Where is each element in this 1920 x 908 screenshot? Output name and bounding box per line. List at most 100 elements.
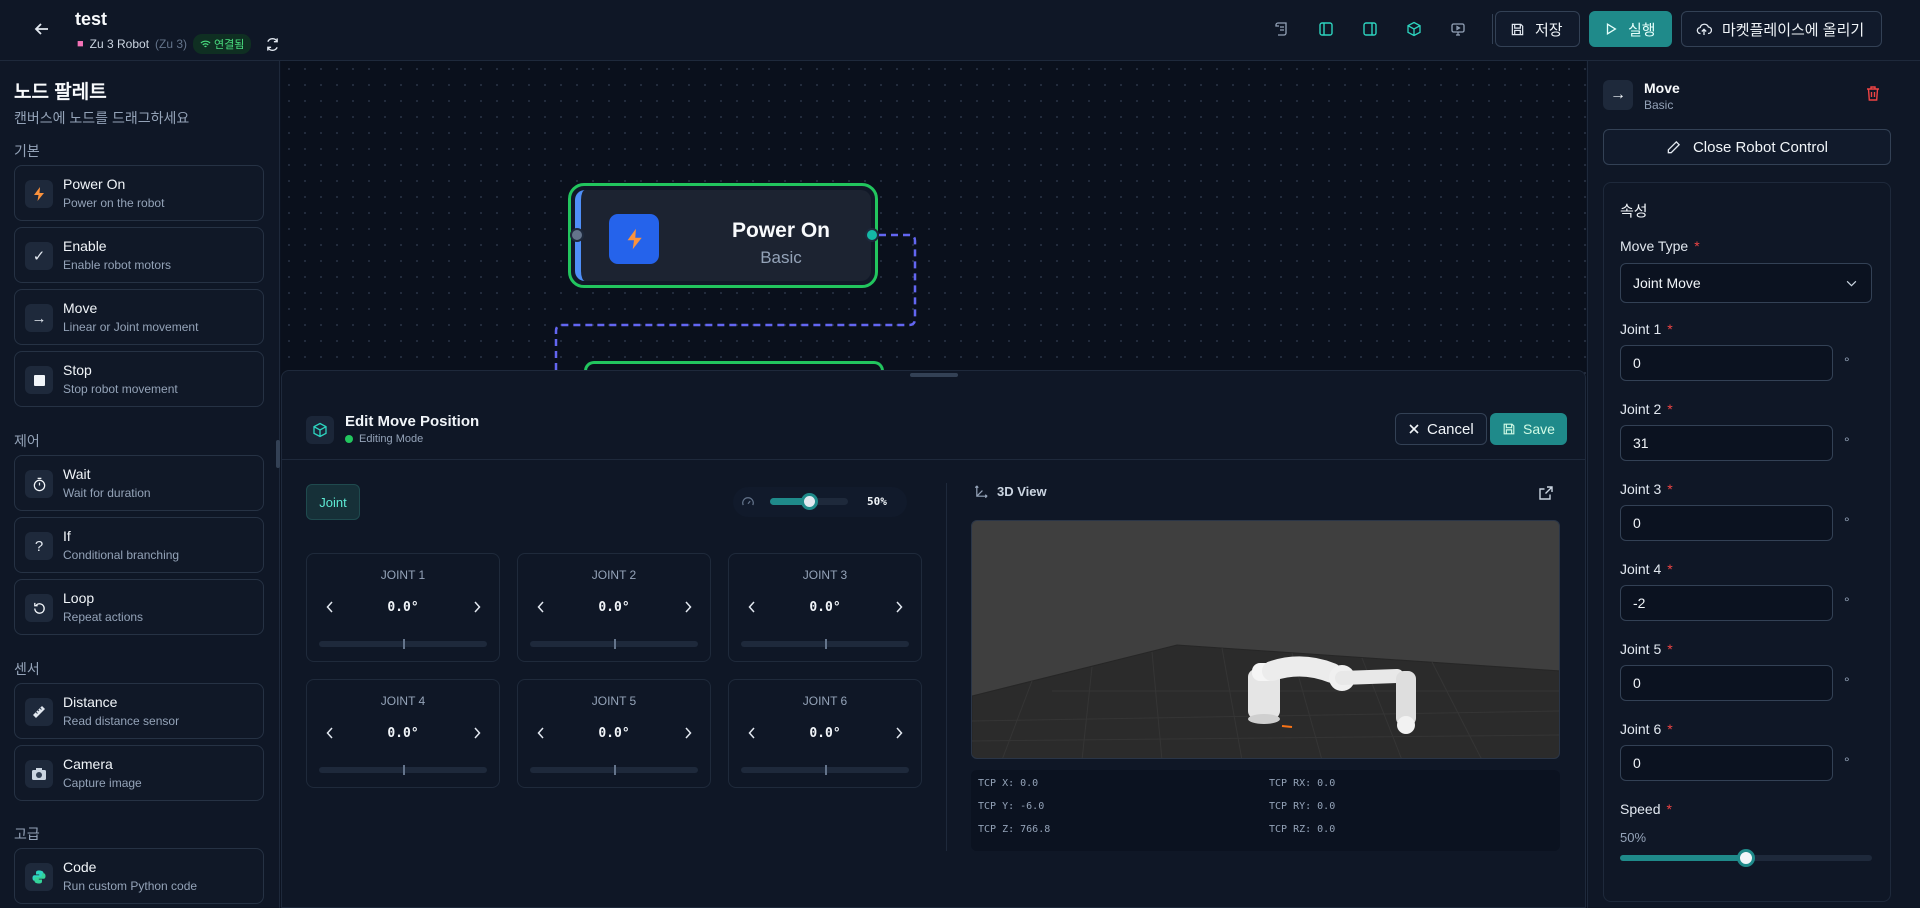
play-icon [1606, 23, 1617, 35]
connection-badge: 연결됨 [193, 34, 252, 54]
chevron-right-icon[interactable] [467, 597, 487, 617]
palette-node-power-on[interactable]: Power On Power on the robot [14, 165, 264, 221]
run-label: 실행 [1628, 21, 1656, 39]
robot-info: ■ Zu 3 Robot (Zu 3) 연결됨 [77, 34, 280, 54]
question-icon: ? [25, 532, 53, 560]
mode-label: Editing Mode [359, 433, 424, 445]
palette-subtitle: 캔버스에 노드를 드래그하세요 [14, 110, 190, 126]
category-control: 제어 [14, 433, 40, 449]
trash-icon[interactable] [1865, 85, 1885, 105]
3d-view-header: 3D View [974, 484, 1047, 499]
node-name: Distance [63, 694, 118, 710]
joint-slider-marker [825, 765, 827, 775]
node-desc: Repeat actions [63, 610, 144, 624]
move-type-label: Move Type * [1620, 238, 1700, 254]
joint-5-input[interactable] [1620, 665, 1833, 701]
joint-3-input[interactable] [1620, 505, 1833, 541]
left-panel-toggle-icon[interactable] [1315, 18, 1337, 40]
speed-slider-thumb[interactable] [1737, 849, 1755, 867]
upload-marketplace-button[interactable]: 마켓플레이스에 올리기 [1681, 11, 1882, 47]
output-port[interactable] [865, 228, 879, 242]
joint-slider-marker [825, 639, 827, 649]
run-button[interactable]: 실행 [1589, 11, 1672, 47]
lightning-icon [25, 180, 53, 208]
joint-1-label: Joint 1 * [1620, 321, 1673, 337]
panel-column-divider [946, 483, 947, 851]
external-link-icon[interactable] [1538, 485, 1556, 503]
timer-icon [25, 470, 53, 498]
unit-label: ° [1844, 354, 1850, 370]
cancel-button[interactable]: Cancel [1395, 413, 1487, 445]
unit-label: ° [1844, 674, 1850, 690]
joint-label: JOINT 2 [591, 568, 637, 582]
palette-node-if[interactable]: ? If Conditional branching [14, 517, 264, 573]
script-icon[interactable] [1271, 18, 1293, 40]
robot-arm-render [972, 644, 1559, 758]
chevron-right-icon[interactable] [678, 723, 698, 743]
cube-icon [306, 416, 334, 444]
save-button[interactable]: 저장 [1495, 11, 1580, 47]
save-icon [1511, 23, 1524, 35]
monitor-icon[interactable] [1447, 18, 1469, 40]
flow-node-name: Power On [731, 219, 831, 242]
chevron-right-icon[interactable] [467, 723, 487, 743]
chevron-right-icon[interactable] [889, 597, 909, 617]
category-sensor: 센서 [14, 661, 40, 677]
speed-slider[interactable] [1620, 849, 1872, 867]
joint-card-1: JOINT 1 0.0° [306, 553, 500, 662]
joint-4-input[interactable] [1620, 585, 1833, 621]
joint-2-input[interactable] [1620, 425, 1833, 461]
refresh-icon[interactable] [265, 37, 280, 52]
speed-slider[interactable] [770, 493, 848, 510]
properties-card: 속성 Move Type* Joint Move Joint 1* ° Join… [1603, 182, 1891, 902]
joint-label: JOINT 6 [802, 694, 848, 708]
header-divider [1492, 14, 1493, 44]
app-header: test ■ Zu 3 Robot (Zu 3) 연결됨 저장 실행 마켓플레이 [0, 0, 1920, 61]
unit-label: ° [1844, 434, 1850, 450]
joint-6-input[interactable] [1620, 745, 1833, 781]
palette-node-move[interactable]: → Move Linear or Joint movement [14, 289, 264, 345]
move-type-value: Joint Move [1633, 275, 1701, 291]
node-desc: Wait for duration [63, 486, 151, 500]
palette-node-camera[interactable]: Camera Capture image [14, 745, 264, 801]
properties-panel: → Move Basic Close Robot Control 속성 Move… [1587, 61, 1920, 908]
panel-divider [282, 459, 1585, 460]
close-robot-control-button[interactable]: Close Robot Control [1603, 129, 1891, 165]
palette-node-wait[interactable]: Wait Wait for duration [14, 455, 264, 511]
panel-save-button[interactable]: Save [1490, 413, 1567, 445]
tcp-z: TCP Z: 766.8 [978, 824, 1051, 835]
chevron-right-icon[interactable] [678, 597, 698, 617]
tab-joint[interactable]: Joint [306, 484, 360, 520]
back-button[interactable] [30, 17, 54, 41]
palette-node-enable[interactable]: ✓ Enable Enable robot motors [14, 227, 264, 283]
input-port[interactable] [570, 228, 584, 242]
node-name: Wait [63, 466, 91, 482]
node-desc: Linear or Joint movement [63, 320, 199, 334]
palette-node-stop[interactable]: Stop Stop robot movement [14, 351, 264, 407]
node-name: Power On [63, 176, 126, 192]
cube-icon[interactable] [1403, 18, 1425, 40]
tcp-readout: TCP X: 0.0 TCP RX: 0.0 TCP Y: -6.0 TCP R… [971, 770, 1560, 851]
selected-node-category: Basic [1644, 98, 1674, 112]
robot-3d-viewport[interactable] [971, 520, 1560, 759]
panel-drag-handle[interactable] [910, 373, 958, 377]
flow-node-power-on[interactable]: Power On Basic [568, 183, 878, 288]
move-type-select[interactable]: Joint Move [1620, 263, 1872, 303]
left-resize-handle[interactable] [276, 440, 280, 468]
joint-1-input[interactable] [1620, 345, 1833, 381]
palette-node-code[interactable]: Code Run custom Python code [14, 848, 264, 904]
label-text: Move Type [1620, 238, 1689, 254]
node-name: If [63, 528, 71, 544]
palette-node-loop[interactable]: Loop Repeat actions [14, 579, 264, 635]
tcp-rz: TCP RZ: 0.0 [1269, 824, 1336, 835]
joint-3-label: Joint 3 * [1620, 481, 1673, 497]
speed-slider-thumb[interactable] [801, 493, 818, 510]
robot-model: (Zu 3) [155, 37, 188, 51]
project-title: test [75, 9, 108, 29]
chevron-right-icon[interactable] [889, 723, 909, 743]
python-icon [25, 863, 53, 891]
right-panel-toggle-icon[interactable] [1359, 18, 1381, 40]
palette-node-distance[interactable]: Distance Read distance sensor [14, 683, 264, 739]
tcp-y: TCP Y: -6.0 [978, 801, 1045, 812]
speed-value: 50% [1620, 830, 1647, 845]
